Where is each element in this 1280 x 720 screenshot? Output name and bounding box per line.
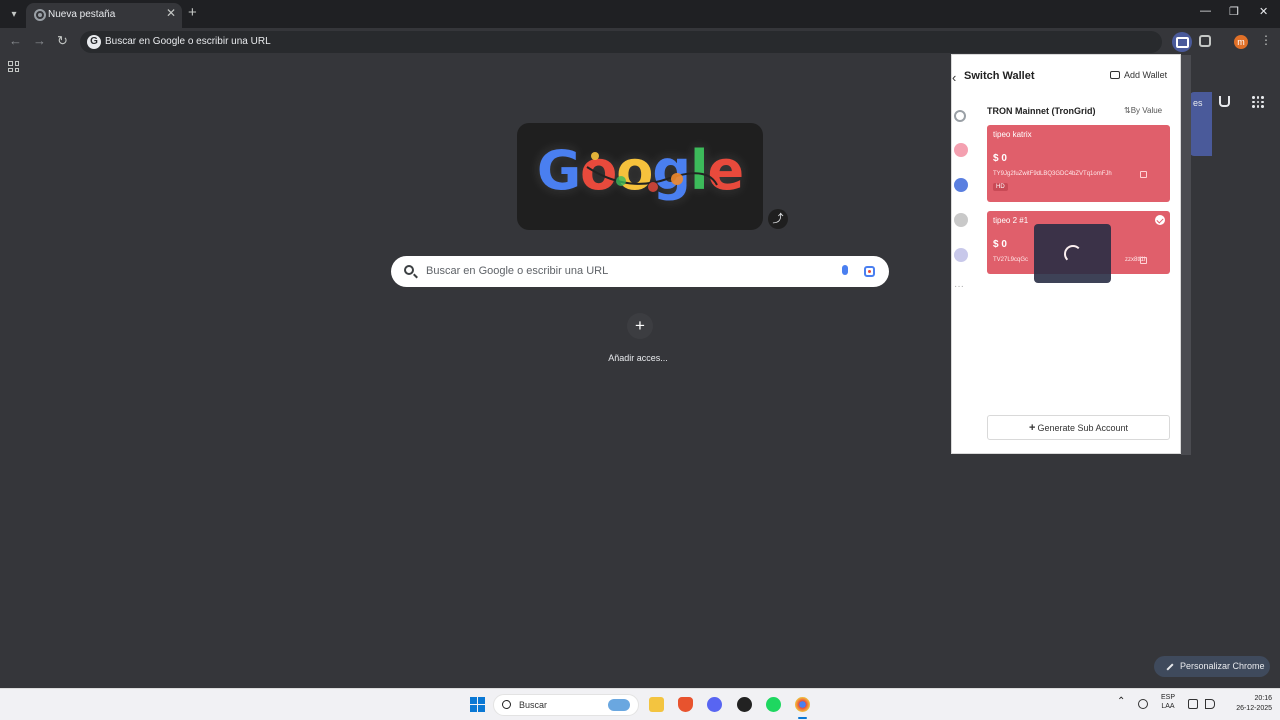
windows-taskbar: Buscar ⌃ ESP LAA 20:16 26-12-2025 (0, 688, 1280, 720)
apps-grid-icon[interactable] (8, 61, 19, 72)
file-explorer-icon[interactable] (649, 697, 664, 712)
language-indicator[interactable]: ESP LAA (1158, 693, 1178, 711)
copy-icon[interactable] (1140, 257, 1147, 264)
selected-check-icon (1155, 215, 1165, 225)
profile-avatar[interactable]: m (1234, 35, 1248, 49)
language-top: ESP (1160, 694, 1175, 701)
forward-arrow-icon[interactable]: → (33, 33, 46, 48)
google-lens-icon[interactable] (864, 266, 875, 277)
tab-nueva-pestana[interactable]: Nueva pestaña ✕ (26, 3, 182, 28)
google-g-icon: G (87, 35, 101, 49)
tray-app-icon[interactable] (1138, 699, 1148, 709)
account-name: tipeo katrix (993, 130, 1032, 139)
wallet-extension-icon[interactable] (1172, 32, 1192, 52)
taskbar-search-label: Buscar (519, 700, 548, 710)
clock-time: 20:16 (1254, 695, 1272, 702)
network-name: TRON Mainnet (TronGrid) (987, 106, 1096, 116)
extensions-puzzle-icon[interactable] (1199, 35, 1211, 47)
ntp-search-box[interactable]: Buscar en Google o escribir una URL (391, 256, 889, 287)
account-card[interactable]: tipeo katrix $ 0 TY9Jg2fuZwitF9dLBQ3GDC4… (987, 125, 1170, 202)
search-icon (404, 265, 414, 275)
omnibox[interactable]: G Buscar en Google o escribir una URL (80, 31, 1162, 53)
wallet-add-icon (1110, 71, 1120, 79)
chrome-tab-favicon-icon (34, 9, 46, 21)
chrome-menu-icon[interactable]: ⋮ (1260, 33, 1272, 47)
language-bottom: LAA (1161, 703, 1175, 710)
tron-icon[interactable] (954, 143, 968, 157)
browser-toolbar: ← → ↻ G Buscar en Google o escribir una … (0, 28, 1280, 56)
microphone-icon[interactable] (842, 265, 848, 275)
volume-icon[interactable] (1205, 699, 1215, 709)
omnibox-text: Buscar en Google o escribir una URL (105, 36, 271, 47)
account-address: TY9Jg2fuZwitF9dLBQ3GDC4bZVTq1omFJh (993, 171, 1112, 177)
search-highlight-icon (608, 699, 630, 711)
spotify-icon[interactable] (766, 697, 781, 712)
tray-chevron-icon[interactable]: ⌃ (1117, 696, 1125, 707)
new-tab-button[interactable]: + (188, 5, 197, 21)
add-shortcut-button[interactable]: + (627, 313, 653, 339)
labs-flask-icon[interactable] (1219, 96, 1230, 107)
sort-by-value-button[interactable]: ⇅By Value (1124, 106, 1162, 115)
more-icon[interactable]: ··· (954, 282, 968, 297)
search-placeholder: Buscar en Google o escribir una URL (426, 265, 609, 277)
maximize-button[interactable]: ❐ (1229, 5, 1239, 18)
network-icon[interactable] (954, 213, 968, 227)
discord-icon[interactable] (707, 697, 722, 712)
search-icon[interactable] (954, 110, 966, 122)
add-shortcut-label: Añadir acces... (608, 353, 668, 363)
account-balance: $ 0 (993, 153, 1007, 164)
generate-label: Generate Sub Account (1037, 423, 1128, 433)
customize-label: Personalizar Chrome (1180, 661, 1265, 671)
taskbar-search[interactable]: Buscar (493, 694, 639, 716)
back-arrow-icon[interactable]: ← (9, 33, 22, 48)
popup-scrollbar[interactable] (1181, 55, 1191, 455)
account-balance: $ 0 (993, 239, 1007, 250)
back-chevron-icon[interactable]: ‹ (952, 70, 956, 85)
generate-sub-account-button[interactable]: + Generate Sub Account (987, 415, 1170, 440)
tab-strip: ▾ Nueva pestaña ✕ + — ❐ ✕ (0, 0, 1280, 28)
holiday-lights-icon (586, 152, 718, 192)
chrome-taskbar-icon[interactable] (795, 697, 810, 719)
obs-icon[interactable] (737, 697, 752, 712)
customize-chrome-button[interactable]: Personalizar Chrome (1154, 656, 1270, 677)
account-address: TV27L9cqGc (993, 257, 1029, 263)
brave-browser-icon[interactable] (678, 697, 693, 712)
account-name: tipeo 2 #1 (993, 216, 1029, 225)
pencil-icon (1166, 663, 1174, 671)
google-doodle[interactable]: Google (517, 123, 763, 230)
tab-title: Nueva pestaña (48, 9, 116, 20)
close-window-button[interactable]: ✕ (1259, 5, 1268, 18)
windows-start-icon[interactable] (470, 697, 485, 712)
switch-wallet-title: Switch Wallet (964, 70, 1035, 82)
ethereum-icon[interactable] (954, 178, 968, 192)
tab-close-icon[interactable]: ✕ (166, 6, 176, 20)
tab-search-chevron-icon[interactable]: ▾ (4, 4, 24, 24)
minimize-button[interactable]: — (1200, 5, 1211, 17)
wallet-popup: ‹ Switch Wallet Add Wallet ··· TRON Main… (951, 54, 1191, 455)
share-doodle-icon[interactable]: ⤴ (768, 209, 788, 229)
plus-icon: + (1029, 422, 1036, 434)
google-apps-icon[interactable] (1252, 96, 1264, 108)
copy-icon[interactable] (1140, 171, 1147, 178)
search-icon (502, 700, 511, 709)
sort-label: By Value (1130, 106, 1163, 115)
sort-icon: ⇅ (1124, 106, 1131, 115)
clock-date: 26-12-2025 (1236, 705, 1272, 712)
network-icon[interactable] (1188, 699, 1198, 709)
reload-icon[interactable]: ↻ (57, 33, 68, 49)
hd-badge: HD (993, 183, 1008, 191)
side-lang-label: es (1193, 98, 1203, 108)
network-icon[interactable] (954, 248, 968, 262)
loading-spinner (1034, 224, 1111, 283)
add-wallet-label: Add Wallet (1124, 70, 1168, 80)
add-wallet-button[interactable]: Add Wallet (1110, 70, 1167, 80)
taskbar-clock[interactable]: 20:16 26-12-2025 (1232, 694, 1272, 714)
